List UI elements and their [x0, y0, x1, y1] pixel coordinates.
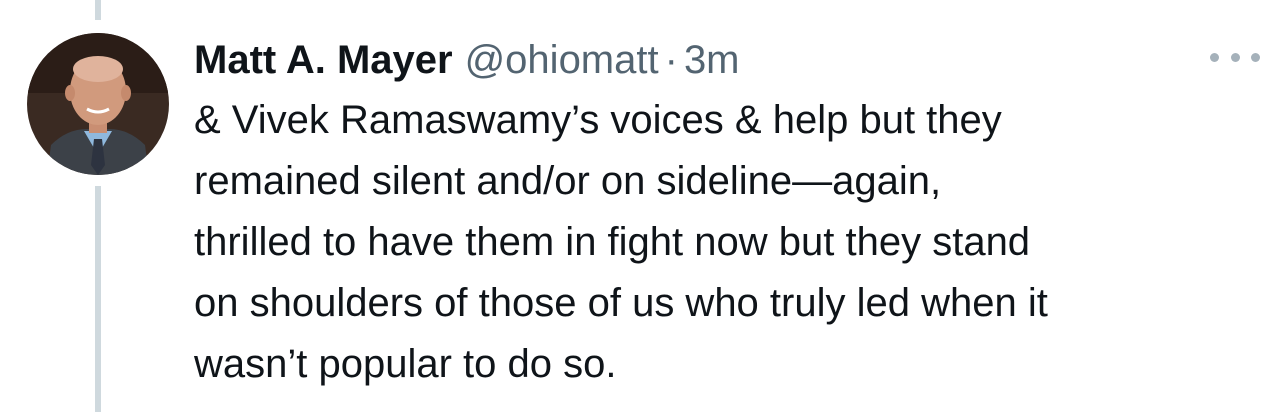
- author-handle[interactable]: @ohiomatt: [465, 38, 659, 83]
- thread-connector-bottom: [95, 186, 101, 412]
- tweet-text: & Vivek Ramaswamy’s voices & help but th…: [194, 90, 1264, 395]
- tweet-header: Matt A. Mayer @ohiomatt · 3m: [194, 30, 740, 90]
- timestamp[interactable]: 3m: [684, 38, 740, 83]
- separator-dot: ·: [664, 37, 678, 82]
- more-dot: [1251, 52, 1260, 62]
- avatar-photo: [27, 33, 169, 175]
- avatar[interactable]: [27, 33, 169, 175]
- tweet-text-line: thrilled to have them in fight now but t…: [194, 220, 1031, 264]
- tweet-text-line: wasn’t popular to do so.: [194, 342, 617, 386]
- tweet-text-line: & Vivek Ramaswamy’s voices & help but th…: [194, 98, 1002, 142]
- more-dot: [1230, 52, 1240, 62]
- thread-connector-top: [95, 0, 101, 20]
- tweet-text-line: remained silent and/or on sideline—again…: [194, 159, 942, 203]
- more-dot: [1210, 52, 1219, 62]
- author-name[interactable]: Matt A. Mayer: [194, 38, 453, 83]
- tweet-text-line: on shoulders of those of us who truly le…: [194, 281, 1048, 325]
- more-horizontal-icon[interactable]: [1210, 42, 1260, 72]
